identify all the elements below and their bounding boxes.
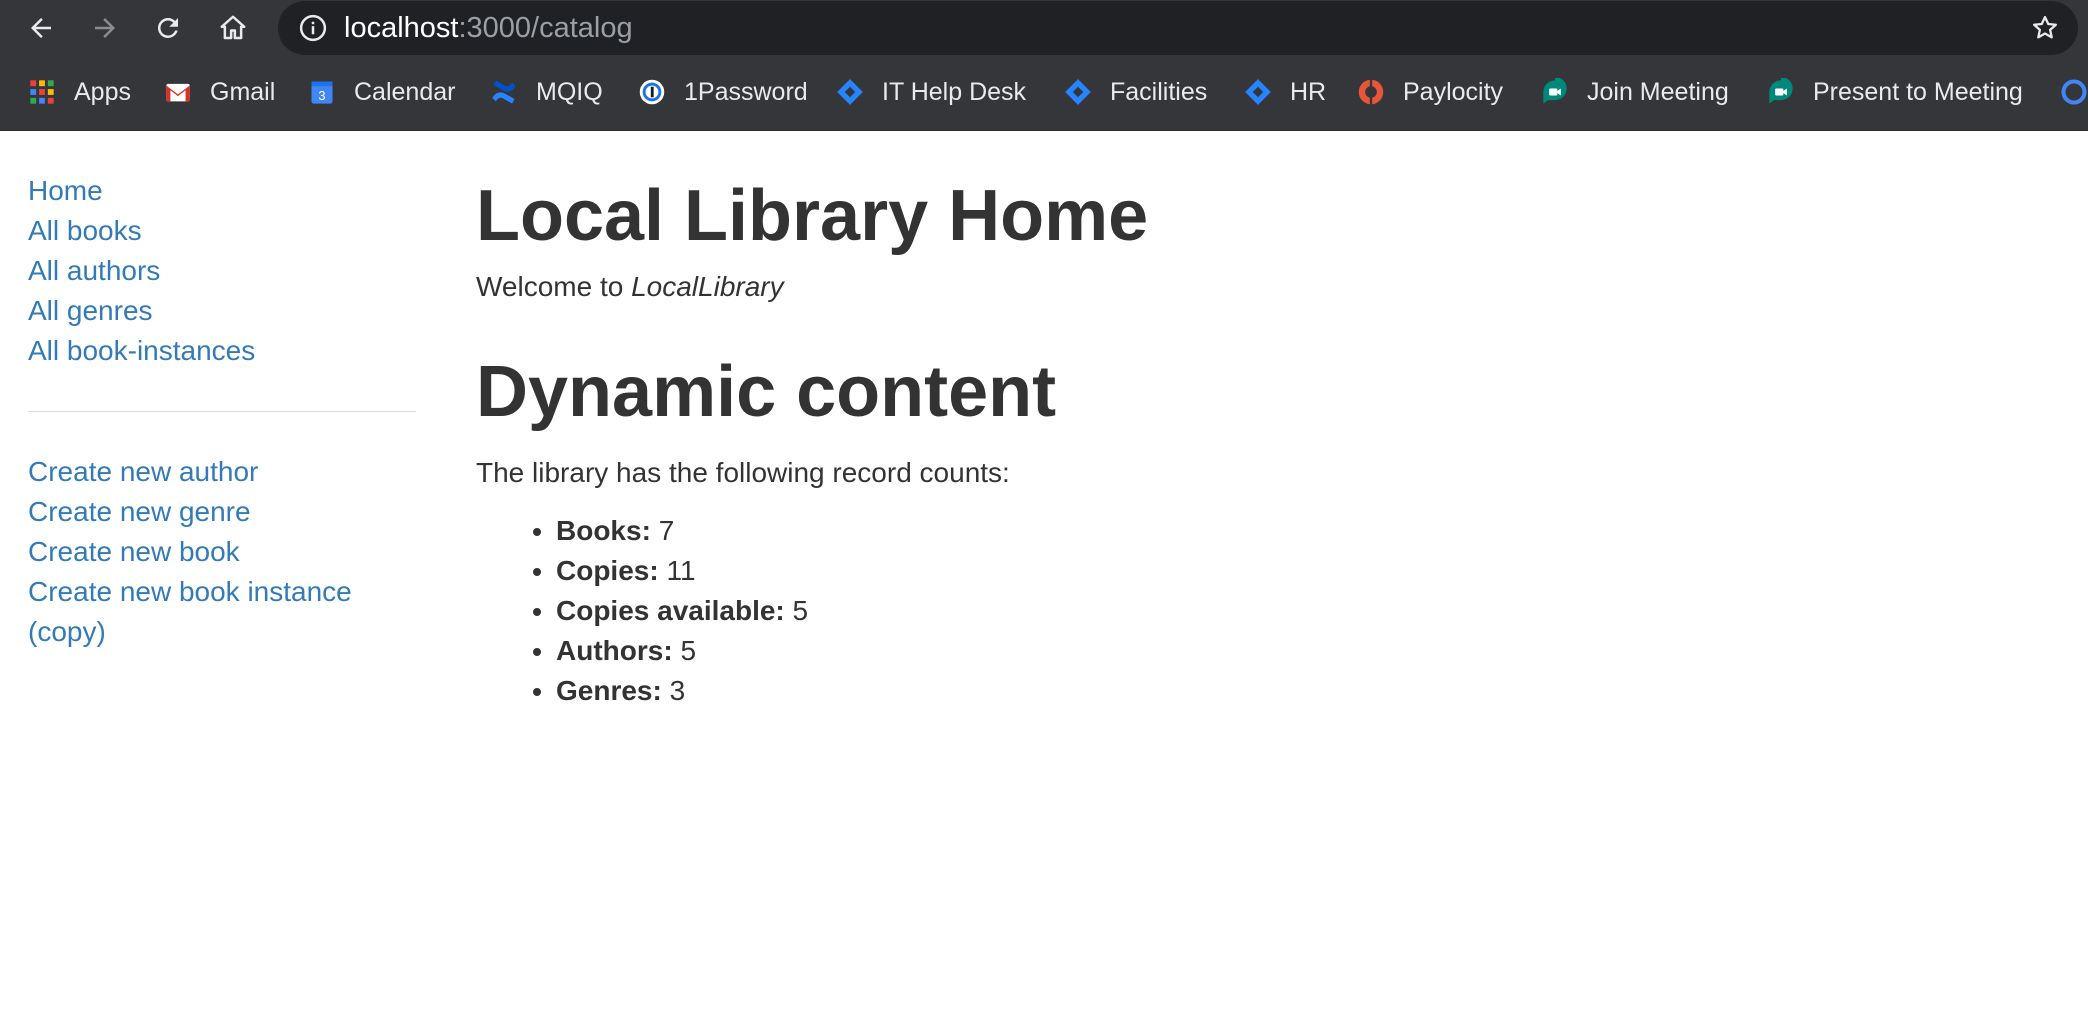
counts-intro: The library has the following record cou… [476, 457, 1010, 488]
meet-icon [1769, 78, 1793, 104]
app-name: LocalLibrary [631, 271, 784, 302]
bookmark-mqiq[interactable]: MQIQ [490, 76, 603, 108]
count-label: Copies: [556, 555, 659, 586]
sidebar-link-all-authors[interactable]: All authors [28, 251, 160, 291]
sidebar-link-all-books[interactable]: All books [28, 211, 142, 251]
count-label: Authors: [556, 635, 673, 666]
list-item: Copies available: 5 [556, 591, 1976, 631]
bookmark-label: Calendar [354, 77, 456, 106]
forward-arrow-icon [95, 18, 115, 38]
list-item: Authors: 5 [556, 631, 1976, 671]
bookmark-gmail[interactable]: Gmail [164, 76, 275, 108]
page-content: Home All books All authors All genres Al… [0, 131, 2088, 1020]
bookmark-label: Present to Meeting [1813, 77, 2023, 106]
bookmark-label: Facilities [1110, 77, 1208, 106]
back-button[interactable] [21, 8, 61, 48]
bookmark-paylocity[interactable]: Paylocity [1357, 76, 1503, 108]
url-path: :3000/catalog [458, 12, 633, 44]
bookmark-1password[interactable]: 1Password [638, 76, 808, 108]
circle-icon [2061, 79, 2087, 105]
bookmark-label: HR [1290, 77, 1327, 106]
meet-icon [1543, 78, 1567, 104]
confluence-icon [492, 80, 516, 104]
count-label: Books: [556, 515, 651, 546]
list-item: Copies: 11 [556, 551, 1976, 591]
sidebar-link-all-book-instances[interactable]: All book-instances [28, 331, 255, 371]
back-arrow-icon [31, 18, 51, 38]
bookmark-apps[interactable]: Apps [28, 76, 131, 108]
sidebar-link-all-genres[interactable]: All genres [28, 291, 153, 331]
bookmark-it-help-desk[interactable]: IT Help Desk [836, 76, 1026, 108]
sidebar-link-create-book[interactable]: Create new book [28, 532, 240, 572]
list-item: Genres: 3 [556, 671, 1976, 711]
sidebar-link-create-book-instance[interactable]: Create new book instance (copy) [28, 572, 416, 652]
bookmark-overflow[interactable] [2060, 76, 2088, 108]
reload-button[interactable] [148, 8, 188, 48]
main-content: Local Library Home Welcome to LocalLibra… [476, 171, 1976, 711]
apps-grid-icon [30, 80, 54, 104]
browser-toolbar: localhost:3000/catalog [0, 0, 2088, 56]
bookmark-label: Join Meeting [1587, 77, 1729, 106]
forward-button[interactable] [85, 8, 125, 48]
calendar-icon: 3 [311, 81, 333, 104]
bookmark-label: Paylocity [1403, 77, 1504, 106]
bookmark-star-icon[interactable] [2030, 13, 2060, 43]
url-text[interactable]: localhost:3000/catalog [344, 12, 633, 44]
address-bar[interactable]: localhost:3000/catalog [278, 1, 2078, 55]
1password-icon [639, 79, 665, 105]
bookmark-present-to-meeting[interactable]: Present to Meeting [1767, 76, 2023, 108]
bookmark-facilities[interactable]: Facilities [1064, 76, 1207, 108]
sidebar-divider [28, 411, 416, 412]
welcome-text: Welcome to LocalLibrary [476, 267, 1976, 307]
gmail-icon [166, 83, 190, 102]
svg-text:3: 3 [318, 88, 325, 103]
page-title: Local Library Home [476, 176, 1149, 256]
home-icon [220, 15, 246, 40]
bookmark-label: Apps [74, 77, 131, 106]
sidebar: Home All books All authors All genres Al… [28, 171, 416, 652]
section-title: Dynamic content [476, 352, 1057, 432]
sidebar-nav-list: Home All books All authors All genres Al… [28, 171, 416, 371]
sidebar-link-create-genre[interactable]: Create new genre [28, 492, 251, 532]
bookmark-calendar[interactable]: 3 Calendar [308, 76, 455, 108]
sidebar-link-home[interactable]: Home [28, 171, 103, 211]
count-label: Genres: [556, 675, 662, 706]
jira-icon [837, 79, 863, 105]
reload-icon [157, 17, 178, 38]
count-label: Copies available: [556, 595, 785, 626]
paylocity-icon [1358, 79, 1384, 105]
home-button[interactable] [213, 8, 253, 48]
count-value: 5 [680, 635, 697, 666]
count-value: 11 [666, 555, 696, 586]
bookmark-label: MQIQ [536, 77, 603, 106]
bookmark-join-meeting[interactable]: Join Meeting [1541, 76, 1729, 108]
sidebar-link-create-author[interactable]: Create new author [28, 452, 258, 492]
url-host: localhost [344, 12, 459, 44]
record-counts-list: Books: 7 Copies: 11 Copies available: 5 … [476, 511, 1976, 711]
bookmark-label: 1Password [684, 77, 808, 106]
list-item: Books: 7 [556, 511, 1976, 551]
count-value: 5 [792, 595, 809, 626]
bookmark-hr[interactable]: HR [1244, 76, 1326, 108]
count-value: 3 [669, 675, 686, 706]
sidebar-create-list: Create new author Create new genre Creat… [28, 452, 416, 652]
site-info-icon[interactable] [298, 13, 328, 43]
bookmark-label: IT Help Desk [882, 77, 1027, 106]
bookmarks-bar: Apps Gmail 3 Calendar MQIQ 1Password IT … [0, 56, 2088, 131]
bookmark-label: Gmail [210, 77, 276, 106]
jira-icon [1065, 79, 1091, 105]
welcome-prefix: Welcome to [476, 271, 632, 302]
count-value: 7 [658, 515, 675, 546]
jira-icon [1245, 79, 1271, 105]
